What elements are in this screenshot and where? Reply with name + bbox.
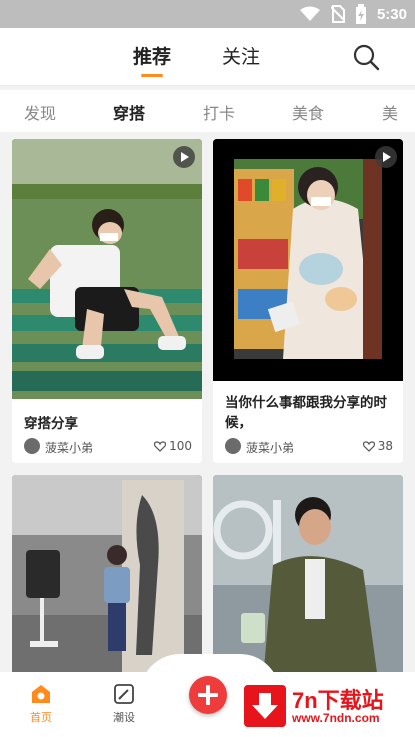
card-title: 穿搭分享 [24, 416, 78, 432]
status-bar: 5:30 [0, 0, 415, 28]
home-icon [32, 685, 50, 703]
tab-following[interactable]: 关注 [222, 42, 260, 69]
card-photo [213, 139, 403, 381]
card-photo [12, 139, 202, 399]
heart-icon [362, 440, 375, 452]
category-beauty[interactable]: 美 [382, 100, 398, 124]
no-sim-icon [330, 5, 345, 23]
nav-home[interactable]: 首页 [21, 682, 61, 725]
active-tab-indicator [141, 74, 163, 77]
like-count[interactable]: 38 [362, 439, 393, 453]
nav-create[interactable]: 潮设 [104, 682, 144, 725]
heart-icon [154, 440, 167, 452]
outfit-photo [12, 139, 202, 399]
like-count[interactable]: 100 [154, 439, 192, 453]
category-discover[interactable]: 发现 [24, 100, 56, 124]
feed-card[interactable]: 当你什么事都跟我分享的时候， 菠菜小弟 38 [213, 139, 403, 463]
nav-create-label: 潮设 [113, 711, 135, 724]
download-logo-icon [244, 685, 286, 727]
watermark-url: www.7ndn.com [292, 711, 380, 725]
card-photo [12, 475, 202, 680]
add-post-button[interactable] [189, 676, 227, 714]
watermark: 7n下载站 www.7ndn.com [242, 681, 412, 731]
feed-card[interactable] [213, 475, 403, 680]
feed-card[interactable]: 穿搭分享 菠菜小弟 100 [12, 139, 202, 463]
avatar[interactable] [24, 438, 40, 454]
top-nav: 推荐 关注 [0, 28, 415, 86]
feed-card[interactable] [12, 475, 202, 680]
search-icon[interactable] [351, 42, 381, 72]
like-number: 100 [169, 439, 192, 453]
video-play-icon [173, 146, 195, 168]
status-icons: 5:30 [299, 4, 407, 24]
avatar[interactable] [225, 438, 241, 454]
like-number: 38 [377, 439, 393, 453]
shop-photo [213, 139, 403, 381]
category-checkin[interactable]: 打卡 [203, 100, 235, 124]
category-food[interactable]: 美食 [292, 100, 324, 124]
battery-icon [355, 4, 366, 24]
edit-icon [114, 684, 134, 704]
video-play-icon [375, 146, 397, 168]
category-bar: 发现 穿搭 打卡 美食 美 [0, 90, 415, 132]
card-photo [213, 475, 403, 680]
author-name[interactable]: 菠菜小弟 [246, 439, 294, 456]
status-time: 5:30 [376, 5, 407, 23]
tab-recommend[interactable]: 推荐 [133, 42, 171, 69]
wifi-icon [299, 6, 320, 21]
card-meta: 菠菜小弟 100 [24, 437, 192, 457]
author-name[interactable]: 菠菜小弟 [45, 439, 93, 456]
card-title: 当你什么事都跟我分享的时候， [225, 395, 387, 431]
gallery-photo [12, 475, 202, 680]
card-meta: 菠菜小弟 38 [225, 437, 393, 457]
category-outfit[interactable]: 穿搭 [113, 100, 145, 124]
nav-home-label: 首页 [30, 711, 52, 724]
portrait-photo [213, 475, 403, 680]
